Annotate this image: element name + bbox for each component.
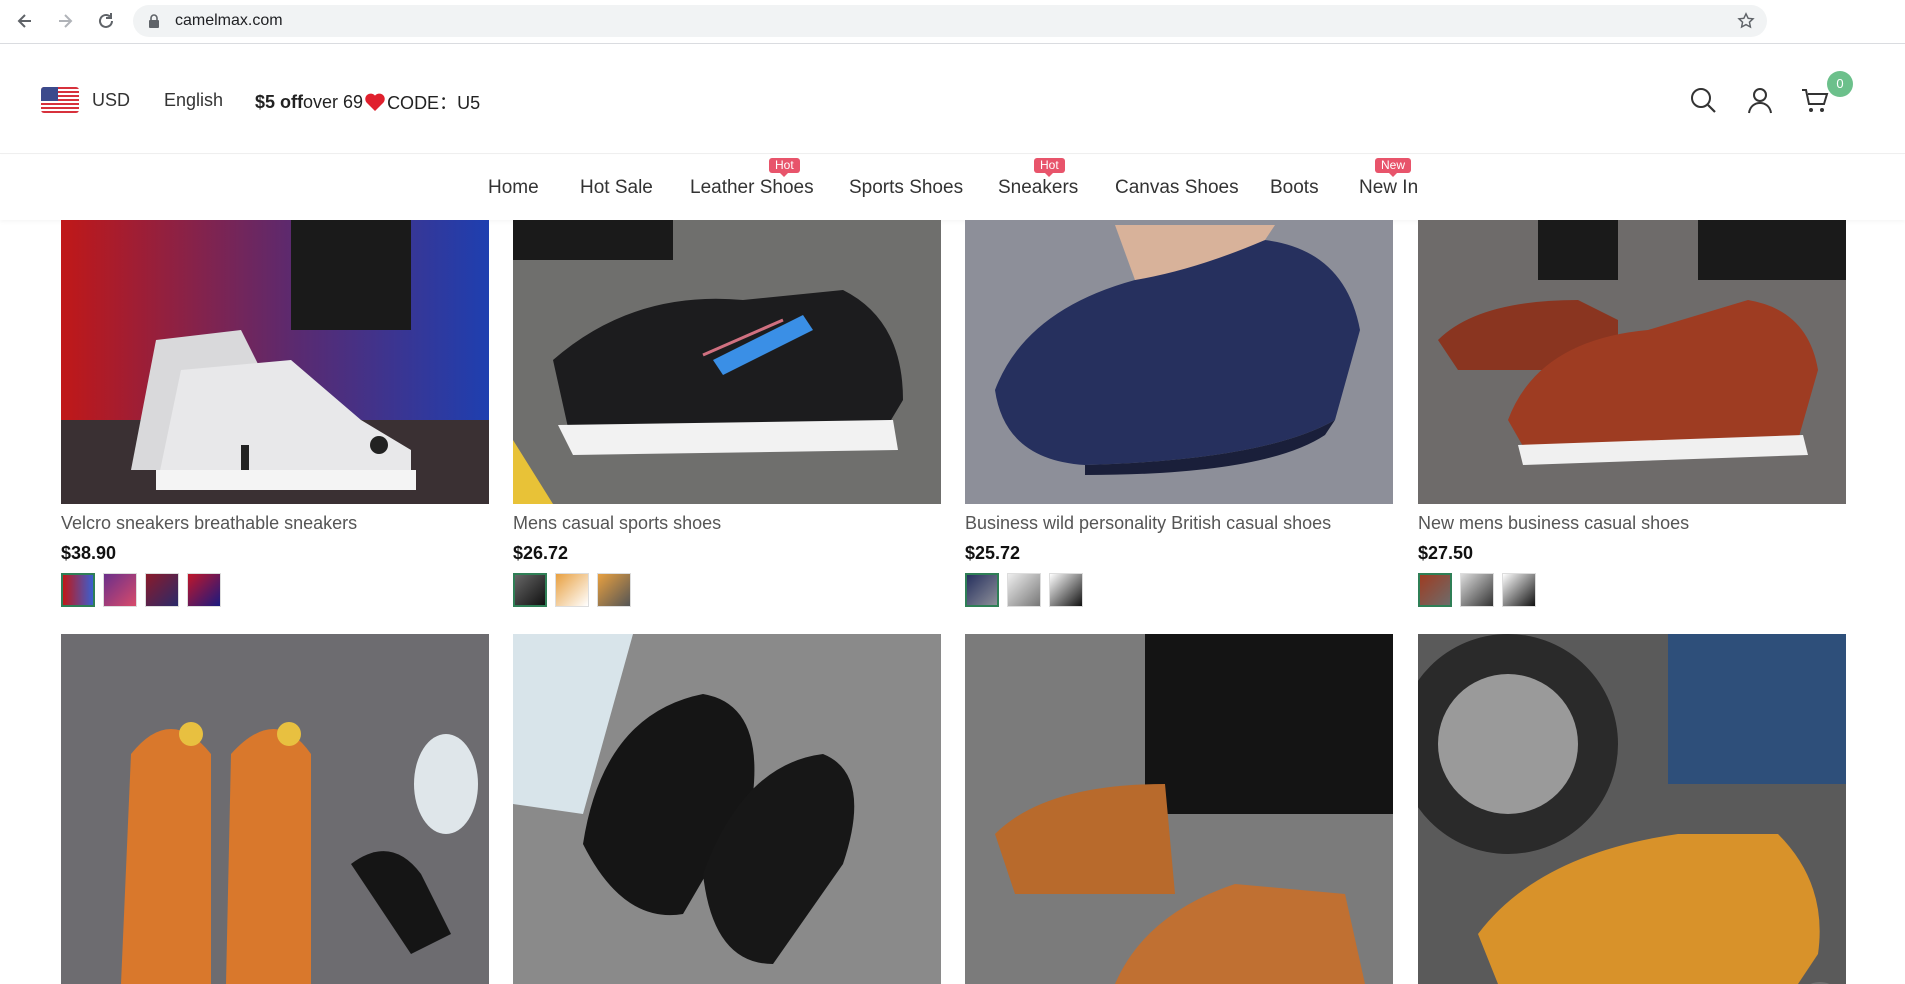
nav-item-home[interactable]: Home — [488, 177, 539, 199]
product-card[interactable] — [965, 634, 1393, 984]
product-image[interactable] — [61, 220, 489, 504]
product-card[interactable]: Mens casual sports shoes $26.72 — [513, 220, 941, 607]
product-title[interactable]: Mens casual sports shoes — [513, 513, 721, 534]
heart-icon — [365, 93, 385, 111]
color-swatch[interactable] — [1049, 573, 1083, 607]
product-image[interactable] — [61, 634, 489, 984]
nav-item-new-in[interactable]: New In — [1359, 177, 1418, 199]
product-card[interactable] — [513, 634, 941, 984]
product-card[interactable]: Velcro sneakers breathable sneakers $38.… — [61, 220, 489, 607]
nav-item-sports-shoes[interactable]: Sports Shoes — [849, 177, 963, 199]
color-swatch[interactable] — [61, 573, 95, 607]
nav-tag-hot: Hot — [1034, 158, 1065, 177]
nav-tag-new: New — [1375, 158, 1412, 177]
currency-selector[interactable]: USD — [92, 90, 130, 111]
color-swatch[interactable] — [187, 573, 221, 607]
us-flag-icon[interactable] — [41, 87, 79, 113]
product-grid: Velcro sneakers breathable sneakers $38.… — [0, 220, 1905, 984]
language-selector[interactable]: English — [164, 90, 223, 111]
product-price: $38.90 — [61, 543, 117, 563]
product-title[interactable]: Velcro sneakers breathable sneakers — [61, 513, 357, 534]
nav-item-leather-shoes[interactable]: Leather Shoes — [690, 177, 814, 199]
lock-icon — [149, 14, 159, 28]
color-swatch[interactable] — [1418, 573, 1452, 607]
product-image[interactable] — [513, 220, 941, 504]
product-image[interactable] — [513, 634, 941, 984]
color-swatches — [965, 573, 1091, 607]
search-icon[interactable] — [1688, 85, 1718, 115]
product-image[interactable] — [1418, 220, 1846, 504]
nav-tag-hot: Hot — [769, 158, 800, 177]
product-image[interactable] — [1418, 634, 1846, 984]
site-header: USD English $5 off over 69 CODE：U5 0 — [0, 44, 1905, 154]
color-swatch[interactable] — [555, 573, 589, 607]
product-card[interactable] — [61, 634, 489, 984]
bookmark-star-icon[interactable] — [1737, 12, 1755, 30]
reload-icon[interactable] — [93, 8, 119, 34]
product-title[interactable]: New mens business casual shoes — [1418, 513, 1689, 534]
main-navigation: Home Hot Sale Leather Shoes Hot Sports S… — [0, 155, 1905, 220]
nav-item-canvas-shoes[interactable]: Canvas Shoes — [1115, 177, 1239, 199]
nav-item-sneakers[interactable]: Sneakers — [998, 177, 1078, 199]
user-icon[interactable] — [1745, 85, 1775, 115]
product-image[interactable] — [965, 634, 1393, 984]
color-swatches — [61, 573, 229, 607]
product-card[interactable]: Business wild personality British casual… — [965, 220, 1393, 607]
color-swatch[interactable] — [103, 573, 137, 607]
color-swatch[interactable] — [1502, 573, 1536, 607]
product-price: $27.50 — [1418, 543, 1474, 563]
forward-arrow-icon[interactable] — [52, 8, 78, 34]
color-swatches — [1418, 573, 1544, 607]
cart-count-badge: 0 — [1827, 71, 1853, 97]
cart-icon[interactable] — [1800, 85, 1830, 115]
color-swatch[interactable] — [597, 573, 631, 607]
nav-item-boots[interactable]: Boots — [1270, 177, 1319, 199]
product-image[interactable] — [965, 220, 1393, 504]
product-title[interactable]: Business wild personality British casual… — [965, 513, 1331, 534]
color-swatches — [513, 573, 639, 607]
url-text: camelmax.com — [175, 12, 283, 29]
promo-discount: $5 off — [255, 91, 304, 112]
product-card[interactable] — [1418, 634, 1846, 984]
promo-threshold: over 69 — [303, 91, 364, 112]
color-swatch[interactable] — [1007, 573, 1041, 607]
nav-item-hot-sale[interactable]: Hot Sale — [580, 177, 653, 199]
color-swatch[interactable] — [513, 573, 547, 607]
product-card[interactable]: New mens business casual shoes $27.50 — [1418, 220, 1846, 607]
back-arrow-icon[interactable] — [12, 8, 38, 34]
product-price: $25.72 — [965, 543, 1021, 563]
promo-banner: $5 off over 69 CODE：U5 — [255, 89, 480, 115]
color-swatch[interactable] — [145, 573, 179, 607]
address-bar[interactable]: camelmax.com — [133, 5, 1767, 37]
browser-toolbar: camelmax.com — [0, 0, 1905, 44]
promo-code: CODE：U5 — [387, 93, 481, 113]
color-swatch[interactable] — [1460, 573, 1494, 607]
color-swatch[interactable] — [965, 573, 999, 607]
product-price: $26.72 — [513, 543, 569, 563]
